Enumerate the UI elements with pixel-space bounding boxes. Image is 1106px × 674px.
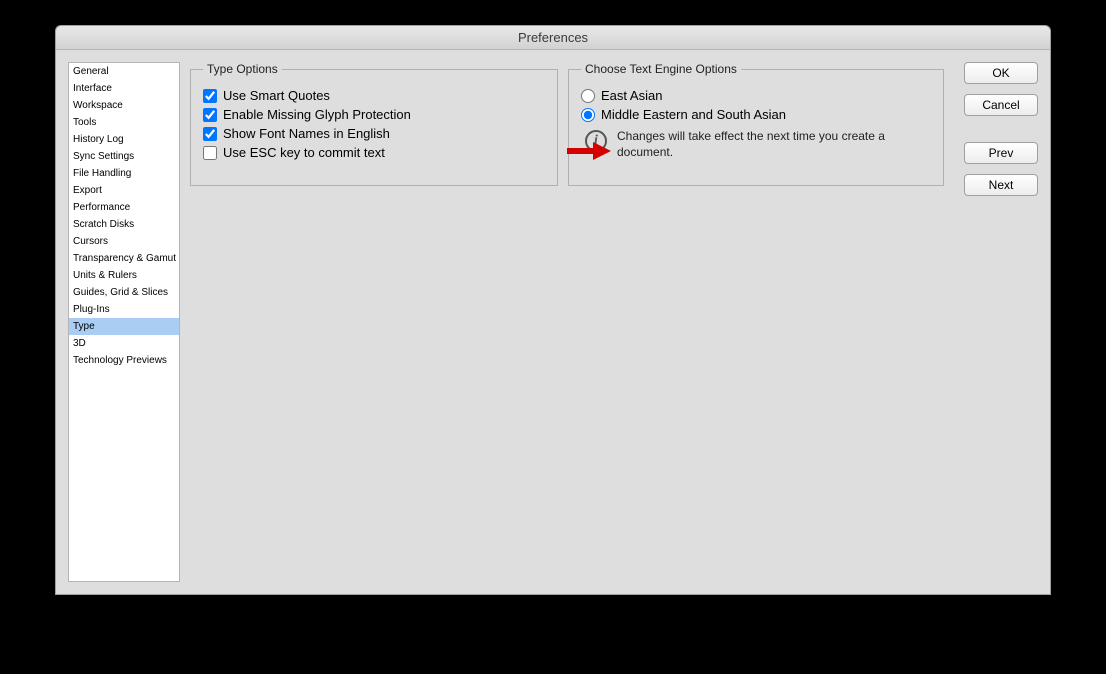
sidebar-item-general[interactable]: General <box>69 63 179 80</box>
sidebar-item-scratch-disks[interactable]: Scratch Disks <box>69 216 179 233</box>
engine-option-radio-1[interactable] <box>581 108 595 122</box>
sidebar-item-3d[interactable]: 3D <box>69 335 179 352</box>
type-option-label-2: Show Font Names in English <box>223 126 390 141</box>
text-engine-group: Choose Text Engine Options East Asian Mid… <box>568 62 944 186</box>
sidebar-item-performance[interactable]: Performance <box>69 199 179 216</box>
preferences-window: Preferences GeneralInterfaceWorkspaceToo… <box>55 25 1051 595</box>
type-option-checkbox-1[interactable] <box>203 108 217 122</box>
window-title: Preferences <box>56 26 1050 50</box>
prev-button[interactable]: Prev <box>964 142 1038 164</box>
sidebar-item-file-handling[interactable]: File Handling <box>69 165 179 182</box>
cancel-button[interactable]: Cancel <box>964 94 1038 116</box>
next-button[interactable]: Next <box>964 174 1038 196</box>
sidebar-item-history-log[interactable]: History Log <box>69 131 179 148</box>
dialog-buttons: OK Cancel Prev Next <box>964 62 1038 196</box>
sidebar-item-plug-ins[interactable]: Plug-Ins <box>69 301 179 318</box>
sidebar-item-interface[interactable]: Interface <box>69 80 179 97</box>
text-engine-legend: Choose Text Engine Options <box>581 62 741 76</box>
sidebar-item-sync-settings[interactable]: Sync Settings <box>69 148 179 165</box>
info-text: Changes will take effect the next time y… <box>617 128 931 160</box>
sidebar-item-tools[interactable]: Tools <box>69 114 179 131</box>
main-area: Type Options Use Smart Quotes Enable Miss… <box>190 62 1038 582</box>
type-option-label-1: Enable Missing Glyph Protection <box>223 107 411 122</box>
engine-option-1[interactable]: Middle Eastern and South Asian <box>581 107 931 122</box>
sidebar-item-export[interactable]: Export <box>69 182 179 199</box>
sidebar-item-transparency-gamut[interactable]: Transparency & Gamut <box>69 250 179 267</box>
type-option-checkbox-2[interactable] <box>203 127 217 141</box>
ok-button[interactable]: OK <box>964 62 1038 84</box>
type-option-label-3: Use ESC key to commit text <box>223 145 385 160</box>
type-options-legend: Type Options <box>203 62 282 76</box>
sidebar-item-cursors[interactable]: Cursors <box>69 233 179 250</box>
engine-option-label-1: Middle Eastern and South Asian <box>601 107 786 122</box>
type-options-group: Type Options Use Smart Quotes Enable Miss… <box>190 62 558 186</box>
window-body: GeneralInterfaceWorkspaceToolsHistory Lo… <box>56 50 1050 594</box>
type-option-1[interactable]: Enable Missing Glyph Protection <box>203 107 545 122</box>
info-row: i Changes will take effect the next time… <box>581 128 931 160</box>
panels: Type Options Use Smart Quotes Enable Miss… <box>190 62 954 186</box>
sidebar-item-type[interactable]: Type <box>69 318 179 335</box>
sidebar-item-workspace[interactable]: Workspace <box>69 97 179 114</box>
type-option-checkbox-0[interactable] <box>203 89 217 103</box>
engine-option-label-0: East Asian <box>601 88 662 103</box>
type-option-label-0: Use Smart Quotes <box>223 88 330 103</box>
type-option-checkbox-3[interactable] <box>203 146 217 160</box>
sidebar-item-units-rulers[interactable]: Units & Rulers <box>69 267 179 284</box>
type-option-0[interactable]: Use Smart Quotes <box>203 88 545 103</box>
sidebar-item-guides-grid-slices[interactable]: Guides, Grid & Slices <box>69 284 179 301</box>
sidebar-item-technology-previews[interactable]: Technology Previews <box>69 352 179 369</box>
type-option-2[interactable]: Show Font Names in English <box>203 126 545 141</box>
engine-option-0[interactable]: East Asian <box>581 88 931 103</box>
category-sidebar: GeneralInterfaceWorkspaceToolsHistory Lo… <box>68 62 180 582</box>
engine-option-radio-0[interactable] <box>581 89 595 103</box>
info-icon: i <box>585 130 607 152</box>
type-option-3[interactable]: Use ESC key to commit text <box>203 145 545 160</box>
